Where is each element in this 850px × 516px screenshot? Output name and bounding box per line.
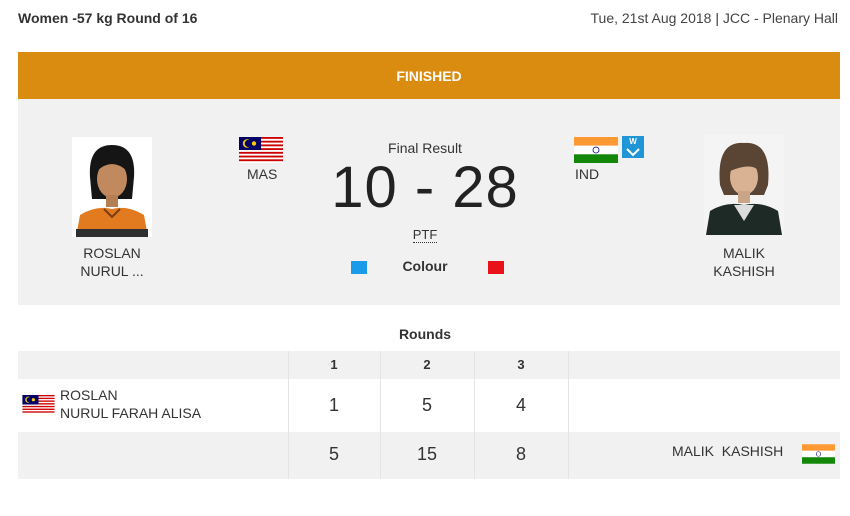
event-date: Tue, 21st Aug 2018: [590, 10, 712, 26]
winner-badge-text: W: [629, 137, 637, 146]
red-athlete-surname: MALIK: [722, 245, 765, 261]
round-number: 1: [330, 357, 338, 372]
red-athlete-given: KASHISH: [713, 263, 775, 279]
india-flag-icon: [574, 137, 618, 163]
blue-colour-swatch: [351, 261, 367, 274]
malaysia-flag-icon: [22, 395, 55, 414]
red-round-score: 5: [328, 444, 339, 464]
win-method-text: PTF: [412, 227, 438, 243]
meta-separator: |: [715, 10, 719, 26]
round-number: 2: [423, 357, 431, 372]
event-title: Women -57 kg Round of 16: [18, 10, 198, 26]
blue-table-line1: ROSLAN: [60, 387, 118, 403]
rounds-heading: Rounds: [398, 326, 452, 342]
match-status-bar: FINISHED: [18, 52, 840, 99]
event-venue: JCC - Plenary Hall: [722, 10, 838, 26]
column-divider: [474, 351, 475, 479]
red-colour-swatch: [488, 261, 504, 274]
column-divider: [568, 351, 569, 479]
match-status: FINISHED: [396, 67, 462, 84]
round-number: 3: [517, 357, 525, 372]
red-athlete-table-name[interactable]: MALIK KASHISH: [672, 443, 783, 459]
blue-table-line2: NURUL FARAH ALISA: [60, 405, 202, 421]
event-meta: Tue, 21st Aug 2018 | JCC - Plenary Hall: [591, 10, 838, 26]
red-round-score: 15: [416, 444, 438, 464]
blue-athlete-table-name[interactable]: ROSLAN NURUL FARAH ALISA: [60, 386, 201, 422]
india-flag-icon: [802, 444, 835, 464]
red-round-score: 8: [515, 444, 526, 464]
red-athlete-name[interactable]: MALIK KASHISH: [684, 244, 804, 280]
column-divider: [380, 351, 381, 479]
winner-badge-icon: W: [622, 136, 644, 158]
blue-round-score: 4: [515, 395, 526, 415]
blue-round-score: 5: [421, 395, 432, 415]
column-divider: [288, 351, 289, 479]
red-athlete-photo[interactable]: [704, 135, 784, 235]
red-country-code: IND: [575, 166, 600, 182]
blue-round-score: 1: [328, 395, 339, 415]
